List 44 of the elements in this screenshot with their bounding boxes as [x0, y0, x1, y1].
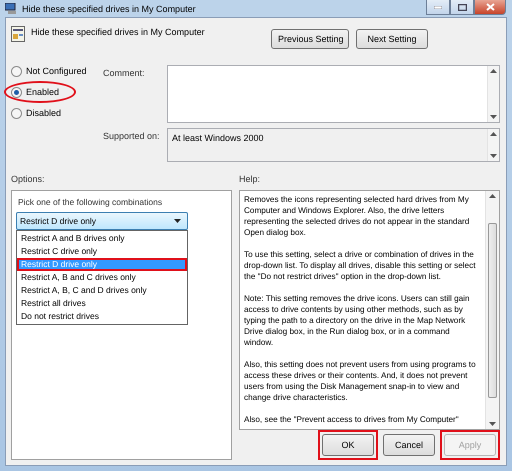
comment-field[interactable] — [167, 65, 500, 123]
scrollbar[interactable] — [487, 129, 499, 161]
help-paragraph: Note: This setting removes the drive icons. Users can still gain access to drive contents by using other methods, such as by typing the path to a directory on the drive in the Map Network Drive dialog box, in the Run dialog box, or in a command window. — [244, 293, 471, 348]
scroll-down-icon[interactable] — [490, 154, 497, 158]
help-paragraph: Removes the icons representing selected hard drives from My Computer and Windows Explorer. Also, the drive letters representing the selected drives do not appear in the standard Open dialog box. — [244, 194, 470, 238]
scroll-down-icon[interactable] — [489, 422, 496, 426]
state-option[interactable]: Disabled — [9, 107, 74, 119]
maximize-button[interactable] — [450, 0, 474, 15]
close-icon — [486, 3, 494, 11]
scrollbar[interactable] — [485, 191, 499, 429]
window-title: Hide these specified drives in My Computer — [22, 4, 197, 14]
scroll-thumb[interactable] — [488, 222, 497, 398]
options-label: Options: — [11, 174, 46, 184]
help-paragraph: To use this setting, select a drive or combination of drives in the drop-down list. To display all drives, disable this setting or select the "Do not restrict drives" option in the drop-down list. — [244, 249, 476, 282]
help-paragraph: Also, this setting does not prevent users from using programs to access these drives or their contents. And, it does not prevent users from using the Disk Management snap-in to view and change drive characteristics. — [244, 359, 477, 403]
state-option[interactable]: Not Configured — [9, 65, 99, 77]
minimize-icon — [434, 6, 442, 8]
minimize-button[interactable] — [426, 0, 450, 15]
scroll-down-icon[interactable] — [490, 115, 497, 119]
radio-button[interactable] — [11, 66, 22, 76]
drive-dropdown[interactable]: Restrict D drive only — [16, 212, 188, 230]
close-button[interactable] — [474, 0, 506, 15]
setting-title: Hide these specified drives in My Computer — [31, 27, 206, 37]
maximize-icon — [458, 4, 466, 10]
computer-icon — [5, 3, 17, 14]
nav-button[interactable]: Previous Setting — [271, 29, 349, 49]
scroll-up-icon[interactable] — [490, 132, 497, 136]
radio-button[interactable] — [11, 86, 22, 98]
supported-label: Supported on: — [103, 130, 161, 143]
options-prompt: Pick one of the following combinations — [18, 197, 164, 207]
nav-button[interactable]: Next Setting — [356, 29, 428, 49]
radio-button[interactable] — [11, 108, 22, 118]
dialog-button[interactable]: OK — [322, 434, 374, 456]
dialog-button[interactable]: Cancel — [383, 434, 435, 456]
scrollbar[interactable] — [487, 66, 499, 122]
state-option[interactable]: Enabled — [9, 86, 72, 98]
comment-label: Comment: — [103, 67, 146, 80]
scroll-up-icon[interactable] — [490, 69, 497, 73]
scroll-up-icon[interactable] — [489, 194, 496, 198]
help-label: Help: — [239, 174, 260, 184]
policy-icon — [11, 26, 25, 42]
caret-icon — [174, 219, 181, 223]
supported-value: At least Windows 2000 — [171, 132, 265, 145]
help-paragraph: Also, see the "Prevent access to drives from My Computer" — [244, 414, 460, 425]
